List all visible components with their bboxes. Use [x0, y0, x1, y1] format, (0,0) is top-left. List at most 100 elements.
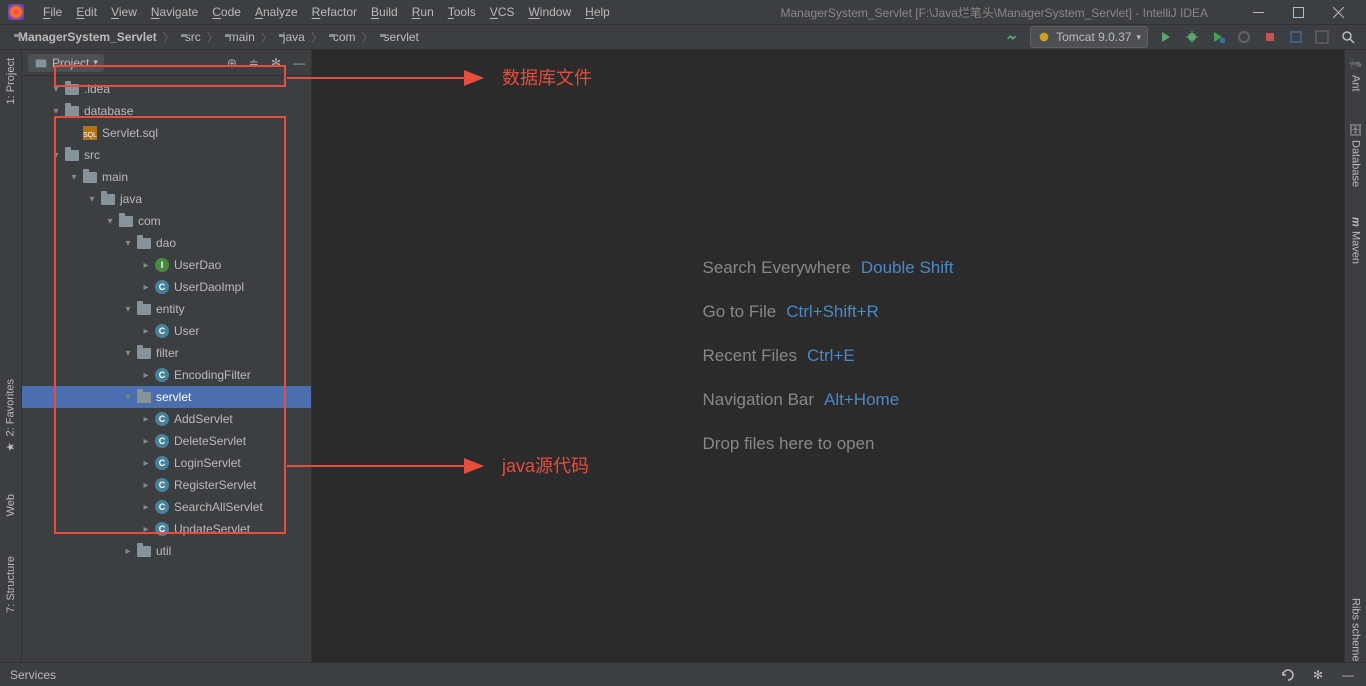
run-config-select[interactable]: Tomcat 9.0.37 ▾: [1030, 26, 1148, 48]
tree-item[interactable]: ▾main: [22, 166, 311, 188]
maximize-button[interactable]: [1278, 0, 1318, 24]
tree-item[interactable]: ▾entity: [22, 298, 311, 320]
menu-navigate[interactable]: Navigate: [144, 5, 205, 19]
tree-arrow-icon[interactable]: ▾: [120, 392, 136, 403]
tree-item[interactable]: ▾.idea: [22, 78, 311, 100]
tool-tab-maven[interactable]: mMaven: [1350, 217, 1362, 264]
tree-arrow-icon[interactable]: ▾: [120, 238, 136, 249]
class-icon: C: [154, 279, 170, 295]
tool-tab-project[interactable]: 1: Project: [5, 58, 17, 104]
welcome-shortcut: Double Shift: [861, 246, 954, 290]
tree-item[interactable]: ▾database: [22, 100, 311, 122]
breadcrumb-item[interactable]: java: [275, 30, 309, 44]
tree-item[interactable]: ▾src: [22, 144, 311, 166]
tool-tab-favorites[interactable]: ★2: Favorites: [4, 379, 17, 453]
menu-refactor[interactable]: Refactor: [305, 5, 364, 19]
menu-edit[interactable]: Edit: [69, 5, 104, 19]
tool-tab-ant[interactable]: 🐜Ant: [1349, 58, 1362, 92]
menu-file[interactable]: File: [36, 5, 69, 19]
tree-arrow-icon[interactable]: ▾: [48, 84, 64, 95]
welcome-shortcut: Alt+Home: [824, 378, 899, 422]
menu-vcs[interactable]: VCS: [483, 5, 522, 19]
tool-tab-ribs[interactable]: Ribs scheme: [1350, 598, 1362, 662]
tool-tab-services[interactable]: Services: [10, 668, 56, 682]
locate-icon[interactable]: ⊕: [227, 56, 237, 70]
tree-item[interactable]: ▾com: [22, 210, 311, 232]
tree-arrow-icon[interactable]: ▸: [138, 414, 154, 425]
tree-item[interactable]: ▸CLoginServlet: [22, 452, 311, 474]
menu-view[interactable]: View: [104, 5, 144, 19]
collapse-icon[interactable]: —: [1340, 667, 1356, 683]
fullscreen-icon[interactable]: [1314, 29, 1330, 45]
stop-icon[interactable]: [1262, 29, 1278, 45]
tree-arrow-icon[interactable]: ▸: [138, 326, 154, 337]
tree-item[interactable]: ▾java: [22, 188, 311, 210]
tree-item[interactable]: ▸util: [22, 540, 311, 562]
tree-arrow-icon[interactable]: ▾: [66, 172, 82, 183]
tree-item[interactable]: ▸CEncodingFilter: [22, 364, 311, 386]
chevron-right-icon: 〉: [309, 29, 325, 46]
tree-item[interactable]: ▾servlet: [22, 386, 311, 408]
tree-arrow-icon[interactable]: ▸: [138, 282, 154, 293]
tree-item[interactable]: ▸CDeleteServlet: [22, 430, 311, 452]
tool-tab-structure[interactable]: 7: Structure: [5, 556, 17, 613]
menu-analyze[interactable]: Analyze: [248, 5, 305, 19]
tree-arrow-icon[interactable]: ▸: [138, 458, 154, 469]
tree-item[interactable]: ▸CRegisterServlet: [22, 474, 311, 496]
tree-arrow-icon[interactable]: ▾: [84, 194, 100, 205]
expand-collapse-icon[interactable]: ≑: [249, 56, 259, 70]
menu-code[interactable]: Code: [205, 5, 248, 19]
debug-icon[interactable]: [1184, 29, 1200, 45]
tree-item[interactable]: SQLServlet.sql: [22, 122, 311, 144]
tree-arrow-icon[interactable]: ▾: [120, 304, 136, 315]
build-hammer-icon[interactable]: [1004, 29, 1020, 45]
minimize-button[interactable]: [1238, 0, 1278, 24]
folder-icon: [136, 345, 152, 361]
menu-help[interactable]: Help: [578, 5, 617, 19]
minimize-panel-icon[interactable]: —: [293, 56, 305, 70]
menu-build[interactable]: Build: [364, 5, 405, 19]
coverage-icon[interactable]: [1210, 29, 1226, 45]
gear-icon[interactable]: ✻: [271, 56, 281, 70]
tree-arrow-icon[interactable]: ▸: [138, 260, 154, 271]
breadcrumb-item[interactable]: com: [325, 30, 360, 44]
tree-item[interactable]: ▸CSearchAllServlet: [22, 496, 311, 518]
profiler-icon[interactable]: [1236, 29, 1252, 45]
tree-arrow-icon[interactable]: ▾: [48, 150, 64, 161]
tree-item[interactable]: ▸IUserDao: [22, 254, 311, 276]
welcome-label: Navigation Bar: [703, 378, 815, 422]
folder-icon: [100, 191, 116, 207]
tree-arrow-icon[interactable]: ▾: [102, 216, 118, 227]
tree-arrow-icon[interactable]: ▸: [138, 524, 154, 535]
menu-run[interactable]: Run: [405, 5, 441, 19]
tool-tab-database[interactable]: 🗄Database: [1349, 122, 1362, 187]
menu-tools[interactable]: Tools: [441, 5, 483, 19]
run-icon[interactable]: [1158, 29, 1174, 45]
breadcrumb-item[interactable]: src: [177, 30, 205, 44]
breadcrumb-item[interactable]: main: [221, 30, 259, 44]
settings-icon[interactable]: ✻: [1310, 667, 1326, 683]
tree-item[interactable]: ▾filter: [22, 342, 311, 364]
tree-arrow-icon[interactable]: ▸: [138, 436, 154, 447]
tree-item[interactable]: ▸CUser: [22, 320, 311, 342]
tree-item[interactable]: ▸CUserDaoImpl: [22, 276, 311, 298]
update-icon[interactable]: [1288, 29, 1304, 45]
close-button[interactable]: [1318, 0, 1358, 24]
tree-arrow-icon[interactable]: ▸: [138, 370, 154, 381]
tree-arrow-icon[interactable]: ▸: [138, 502, 154, 513]
project-tree[interactable]: ▾.idea▾databaseSQLServlet.sql▾src▾main▾j…: [22, 76, 311, 662]
tree-arrow-icon[interactable]: ▸: [120, 546, 136, 557]
project-view-selector[interactable]: Project ▾: [28, 54, 104, 72]
menu-window[interactable]: Window: [521, 5, 578, 19]
sync-icon[interactable]: [1280, 667, 1296, 683]
tree-arrow-icon[interactable]: ▾: [120, 348, 136, 359]
tree-arrow-icon[interactable]: ▸: [138, 480, 154, 491]
tree-arrow-icon[interactable]: ▾: [48, 106, 64, 117]
breadcrumb-item[interactable]: servlet: [376, 30, 423, 44]
tree-item[interactable]: ▾dao: [22, 232, 311, 254]
breadcrumb-item[interactable]: ManagerSystem_Servlet: [10, 30, 161, 44]
tree-item[interactable]: ▸CAddServlet: [22, 408, 311, 430]
search-icon[interactable]: [1340, 29, 1356, 45]
tool-tab-web[interactable]: Web: [5, 494, 17, 516]
tree-item[interactable]: ▸CUpdateServlet: [22, 518, 311, 540]
